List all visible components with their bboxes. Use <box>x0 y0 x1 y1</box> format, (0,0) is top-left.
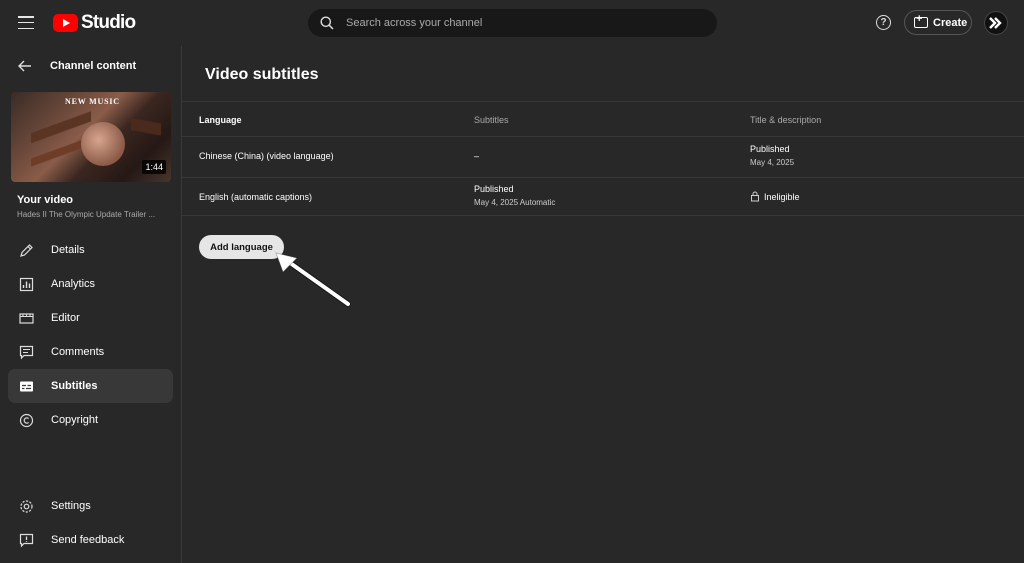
video-duration: 1:44 <box>142 160 166 174</box>
table-header: Language Subtitles Title & description <box>182 101 1024 136</box>
youtube-logo-icon <box>53 14 78 32</box>
sidebar-item-send-feedback[interactable]: Send feedback <box>8 523 173 557</box>
sidebar-item-label: Subtitles <box>51 380 98 392</box>
create-button[interactable]: Create <box>904 10 972 35</box>
avatar[interactable] <box>984 11 1008 35</box>
sidebar-item-copyright[interactable]: Copyright <box>8 403 173 437</box>
sidebar-item-label: Copyright <box>51 414 99 426</box>
pencil-icon <box>18 242 34 258</box>
subtitles-cell[interactable]: – <box>474 151 479 161</box>
sidebar-item-label: Details <box>51 244 85 256</box>
sidebar-item-label: Settings <box>51 500 91 512</box>
create-label: Create <box>933 16 968 29</box>
back-label: Channel content <box>50 60 137 72</box>
title-description-cell: Ineligible <box>750 191 800 202</box>
sidebar-item-details[interactable]: Details <box>8 233 173 267</box>
menu-icon[interactable] <box>18 16 34 30</box>
lock-icon <box>751 191 759 202</box>
thumbnail-tag: New Music <box>65 97 120 106</box>
analytics-icon <box>18 276 34 292</box>
sidebar-item-settings[interactable]: Settings <box>8 489 173 523</box>
table-row[interactable]: English (automatic captions) Published M… <box>182 177 1024 216</box>
sidebar-item-label: Analytics <box>51 278 96 290</box>
subtitles-icon <box>18 378 34 394</box>
gear-icon <box>18 498 34 514</box>
title-description-status: Published <box>750 144 790 154</box>
subtitles-status: Published <box>474 184 514 194</box>
feedback-icon <box>18 532 34 548</box>
search-bar[interactable] <box>308 9 717 37</box>
language-cell: Chinese (China) (video language) <box>199 151 334 161</box>
title-description-cell[interactable]: Published May 4, 2025 <box>750 144 794 167</box>
copyright-icon <box>18 412 34 428</box>
column-header-subtitles: Subtitles <box>474 115 509 125</box>
sidebar-item-label: Comments <box>51 346 105 358</box>
help-icon[interactable]: ? <box>876 15 891 30</box>
channel-avatar-icon <box>989 17 1002 29</box>
back-to-channel-content[interactable]: Channel content <box>18 60 136 72</box>
search-input[interactable] <box>346 17 676 29</box>
annotation-arrow-icon <box>275 252 351 307</box>
language-cell: English (automatic captions) <box>199 192 313 202</box>
column-header-language[interactable]: Language <box>199 115 242 125</box>
studio-logo[interactable]: Studio <box>53 12 136 34</box>
top-bar: Studio ? Create <box>0 0 1024 46</box>
comments-icon <box>18 344 34 360</box>
search-icon <box>320 16 334 30</box>
subtitles-cell[interactable]: Published May 4, 2025 Automatic <box>474 184 555 207</box>
sidebar-item-analytics[interactable]: Analytics <box>8 267 173 301</box>
ineligible-label: Ineligible <box>764 191 800 202</box>
table-row[interactable]: Chinese (China) (video language) – Publi… <box>182 136 1024 177</box>
sidebar-item-editor[interactable]: Editor <box>8 301 173 335</box>
video-title: Hades II The Olympic Update Trailer ... <box>17 210 156 219</box>
editor-icon <box>18 310 34 326</box>
column-header-title-description: Title & description <box>750 115 822 125</box>
arrow-back-icon <box>18 60 31 72</box>
sidebar-item-label: Editor <box>51 312 80 324</box>
create-video-icon <box>914 13 928 28</box>
subtitles-table: Language Subtitles Title & description C… <box>182 101 1024 216</box>
sidebar: Channel content New Music 1:44 Your vide… <box>0 46 182 563</box>
your-video-label: Your video <box>17 194 74 206</box>
sidebar-item-comments[interactable]: Comments <box>8 335 173 369</box>
title-description-date: May 4, 2025 <box>750 158 795 167</box>
logo-text: Studio <box>81 12 136 33</box>
video-thumbnail[interactable]: New Music 1:44 <box>11 92 171 182</box>
thumbnail-art <box>81 122 125 166</box>
sidebar-item-subtitles[interactable]: Subtitles <box>8 369 173 403</box>
page-title: Video subtitles <box>205 66 319 83</box>
subtitles-date: May 4, 2025 Automatic <box>474 198 556 207</box>
sidebar-item-label: Send feedback <box>51 534 125 546</box>
